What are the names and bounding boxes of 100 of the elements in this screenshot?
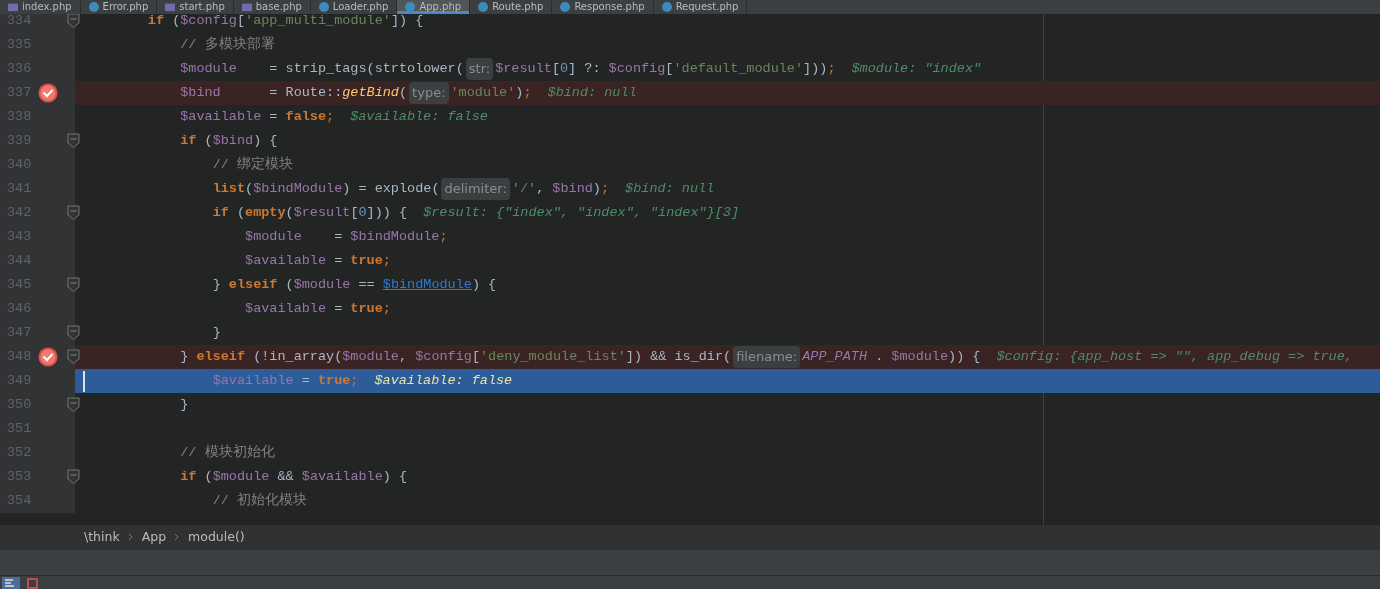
code-text: ) {	[253, 131, 278, 150]
variable: $module	[180, 59, 237, 78]
code-comment: // 多模块部署	[180, 35, 275, 54]
variable-link[interactable]: $bindModule	[382, 274, 472, 296]
number-literal: 0	[560, 59, 569, 78]
code-text: (	[285, 275, 294, 294]
class-file-icon	[560, 2, 571, 12]
debug-value: $available: false	[350, 107, 488, 126]
text-caret	[83, 371, 85, 392]
code-text: (	[172, 14, 181, 30]
string-literal: 'deny_module_list'	[480, 347, 626, 366]
debug-value: $result: {"index", "index", "index"}[3]	[423, 203, 740, 222]
code-text: (	[285, 203, 294, 222]
variable: $available	[301, 467, 383, 486]
variable: $bindModule	[253, 179, 343, 198]
fold-marker-icon[interactable]	[67, 397, 80, 412]
parameter-hint: type:	[409, 82, 449, 104]
semicolon: ;	[439, 227, 448, 246]
code-text: ]))	[803, 59, 828, 78]
fold-marker-icon[interactable]	[67, 349, 80, 364]
string-literal: 'module'	[450, 83, 516, 102]
variable: $module	[245, 227, 302, 246]
chevron-icon	[127, 533, 134, 541]
code-text: &&	[277, 467, 295, 486]
constant-name: APP_PATH	[802, 347, 868, 366]
debug-value: $bind: null	[625, 179, 715, 198]
stop-icon[interactable]	[26, 576, 40, 589]
class-file-icon	[478, 2, 489, 12]
variable: $config	[415, 347, 472, 366]
code-text: ) = explode(	[342, 179, 440, 198]
keyword: if	[180, 131, 197, 150]
code-text: = strip_tags(strtolower(	[269, 59, 464, 78]
variable: $available	[212, 371, 294, 390]
variable: $bindModule	[350, 227, 440, 246]
code-text: [	[551, 59, 560, 78]
php-file-icon	[241, 2, 252, 12]
breadcrumb-item[interactable]: \think	[84, 527, 120, 547]
string-literal: '/'	[511, 179, 537, 198]
code-text: ,	[399, 347, 409, 366]
fold-marker-icon[interactable]	[67, 277, 80, 292]
fold-marker-icon[interactable]	[67, 469, 80, 484]
keyword: elseif	[228, 275, 278, 294]
number-literal: 0	[358, 203, 367, 222]
code-text: ) {	[471, 275, 497, 294]
method-name[interactable]: getBind	[342, 82, 399, 104]
variable: $available	[245, 251, 327, 270]
code-text: [	[350, 203, 359, 222]
parameter-hint: str:	[465, 58, 494, 80]
php-file-icon	[165, 2, 176, 12]
code-text: ]) && is_dir(	[625, 347, 732, 366]
class-file-icon	[405, 2, 416, 12]
parameter-hint: filename:	[733, 346, 801, 368]
variable: $available	[245, 299, 327, 318]
class-file-icon	[318, 2, 329, 12]
code-text: [	[236, 14, 246, 30]
code-text: .	[875, 347, 885, 366]
code-text: (	[399, 83, 408, 102]
file-tab[interactable]: App.php	[397, 0, 471, 14]
code-text: (	[245, 179, 254, 198]
breadcrumb-item[interactable]: module()	[188, 527, 245, 547]
keyword: true	[350, 299, 383, 318]
semicolon: ;	[382, 251, 391, 270]
variable: $result	[293, 203, 351, 222]
tool-window-icon[interactable]	[2, 576, 20, 589]
variable: $bind	[180, 83, 221, 102]
keyword: empty	[245, 203, 286, 222]
code-text: =	[301, 371, 311, 390]
code-text: =	[269, 107, 279, 126]
variable: $module	[293, 275, 351, 294]
keyword: if	[147, 14, 164, 30]
code-text: ] ?:	[568, 59, 602, 78]
string-literal: 'default_module'	[673, 59, 804, 78]
code-text: }	[180, 395, 189, 414]
keyword: true	[317, 371, 351, 390]
code-text: }	[212, 275, 222, 294]
code-text: [	[471, 347, 480, 366]
keyword: elseif	[196, 347, 246, 366]
variable: $module	[891, 347, 949, 366]
code-text: }	[180, 347, 190, 366]
code-text: =	[334, 299, 344, 318]
code-text: =	[334, 251, 344, 270]
keyword: false	[285, 107, 327, 126]
string-literal: 'app_multi_module'	[245, 14, 391, 30]
code-text: =	[334, 227, 344, 246]
breakpoint-check-icon	[38, 83, 58, 103]
code-comment: // 绑定模块	[212, 155, 293, 174]
code-text: ==	[358, 275, 376, 294]
code-text: )	[515, 83, 524, 102]
variable: $bind	[552, 179, 593, 198]
semicolon: ;	[523, 83, 532, 102]
fold-marker-icon[interactable]	[67, 133, 80, 148]
debug-value: $module: "index"	[851, 59, 982, 78]
breadcrumb-item[interactable]: App	[141, 527, 167, 547]
variable: $result	[495, 59, 552, 78]
parameter-hint: delimiter:	[441, 178, 510, 200]
keyword: if	[212, 203, 229, 222]
debug-value: $available: false	[374, 371, 513, 390]
fold-marker-icon[interactable]	[67, 205, 80, 220]
fold-marker-icon[interactable]	[67, 14, 80, 28]
fold-marker-icon[interactable]	[67, 325, 80, 340]
